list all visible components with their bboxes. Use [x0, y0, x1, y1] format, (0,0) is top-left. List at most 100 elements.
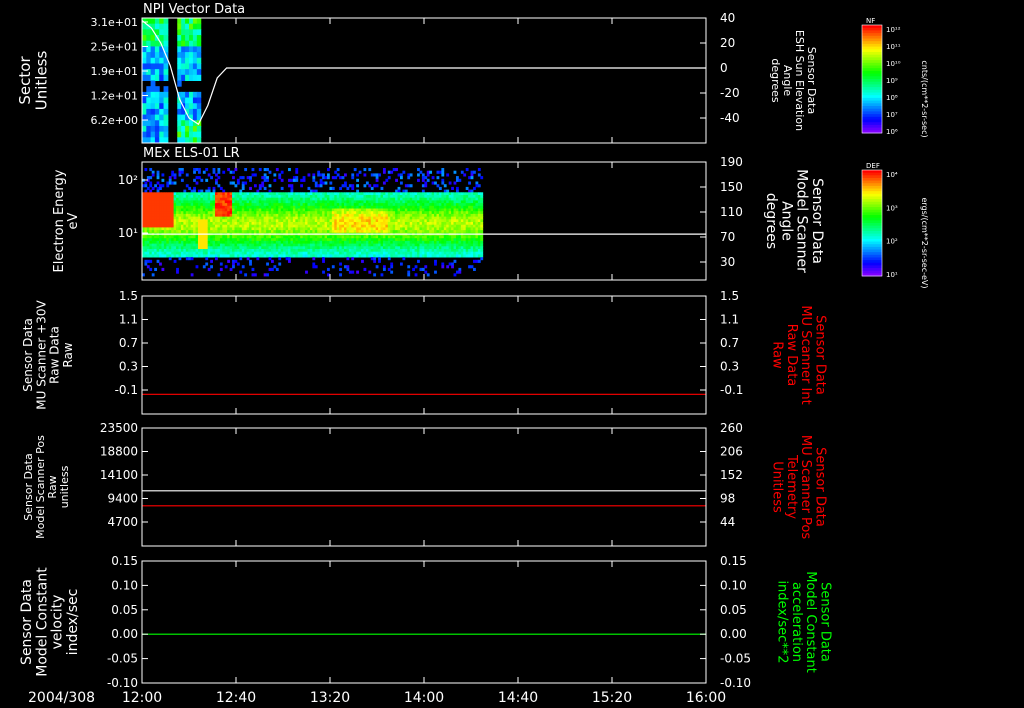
- heatmap-cell: [192, 29, 198, 36]
- heatmap-cell: [431, 216, 435, 220]
- heatmap-cell: [390, 216, 394, 220]
- heatmap-cell: [399, 235, 403, 239]
- heatmap-cell: [351, 257, 355, 261]
- heatmap-cell: [151, 227, 155, 231]
- heatmap-cell: [156, 227, 160, 231]
- heatmap-cell: [256, 203, 260, 207]
- heatmap-cell: [339, 208, 342, 212]
- heatmap-cell: [351, 230, 355, 234]
- heatmap-cell: [417, 211, 420, 215]
- heatmap-cell: [419, 267, 423, 271]
- heatmap-cell: [346, 186, 350, 190]
- heatmap-cell: [249, 176, 252, 180]
- heatmap-cell: [426, 211, 430, 215]
- heatmap-cell: [448, 200, 452, 204]
- heatmap-cell: [392, 208, 396, 212]
- heatmap-cell: [251, 230, 255, 234]
- heatmap-cell: [477, 254, 481, 258]
- heatmap-cell: [463, 230, 467, 234]
- heatmap-cell: [421, 208, 425, 212]
- heatmap-cell: [249, 251, 252, 255]
- heatmap-cell: [168, 213, 172, 217]
- heatmap-cell: [278, 246, 282, 250]
- heatmap-cell: [193, 178, 196, 182]
- right-tick-label: 0.05: [720, 603, 747, 617]
- heatmap-cell: [324, 192, 328, 196]
- heatmap-cell: [473, 216, 476, 220]
- heatmap-cell: [234, 230, 238, 234]
- heatmap-cell: [244, 205, 248, 209]
- heatmap-cell: [150, 63, 156, 70]
- heatmap-cell: [295, 200, 299, 204]
- heatmap-cell: [334, 203, 338, 207]
- heatmap-cell: [326, 208, 330, 212]
- heatmap-cell: [404, 222, 408, 226]
- heatmap-cell: [373, 257, 377, 261]
- heatmap-cell: [154, 213, 158, 217]
- heatmap-cell: [178, 227, 182, 231]
- heatmap-cell: [253, 243, 257, 247]
- heatmap-cell: [156, 170, 160, 174]
- heatmap-cell: [166, 238, 170, 242]
- heatmap-cell: [156, 197, 160, 201]
- heatmap-cell: [154, 52, 160, 59]
- heatmap-cell: [344, 243, 347, 247]
- heatmap-cell: [397, 200, 401, 204]
- heatmap-cell: [288, 222, 291, 226]
- heatmap-cell: [317, 243, 321, 247]
- heatmap-cell: [443, 211, 447, 215]
- heatmap-cell: [455, 186, 459, 190]
- heatmap-cell: [387, 254, 391, 258]
- heatmap-cell: [178, 203, 182, 207]
- heatmap-cell: [205, 262, 209, 266]
- heatmap-cell: [344, 251, 347, 255]
- heatmap-cell: [399, 219, 403, 223]
- heatmap-cell: [451, 203, 454, 207]
- heatmap-cell: [295, 251, 299, 255]
- heatmap-cell: [351, 240, 355, 244]
- heatmap-cell: [344, 254, 347, 258]
- heatmap-cell: [324, 205, 328, 209]
- heatmap-cell: [417, 197, 420, 201]
- heatmap-cell: [288, 216, 291, 220]
- heatmap-cell: [385, 200, 389, 204]
- heatmap-cell: [163, 235, 167, 239]
- heatmap-cell: [419, 219, 423, 223]
- heatmap-cell: [280, 192, 284, 196]
- heatmap-cell: [326, 219, 330, 223]
- heatmap-cell: [207, 224, 211, 228]
- heatmap-cell: [180, 211, 184, 215]
- heatmap-cell: [426, 238, 430, 242]
- heatmap-cell: [392, 230, 396, 234]
- heatmap-cell: [446, 197, 450, 201]
- heatmap-cell: [480, 219, 484, 223]
- heatmap-cell: [188, 246, 192, 250]
- heatmap-cell: [465, 235, 469, 239]
- heatmap-cell: [236, 195, 240, 199]
- heatmap-cell: [146, 18, 152, 25]
- heatmap-cell: [146, 108, 152, 116]
- heatmap-cell: [200, 197, 204, 201]
- heatmap-cell: [168, 230, 172, 234]
- heatmap-cell: [283, 211, 287, 215]
- heatmap-cell: [417, 246, 420, 250]
- heatmap-cell: [404, 249, 408, 253]
- heatmap-cell: [193, 213, 196, 217]
- heatmap-cell: [297, 240, 301, 244]
- heatmap-cell: [146, 176, 150, 180]
- heatmap-cell: [154, 240, 158, 244]
- heatmap-cell: [292, 230, 296, 234]
- heatmap-cell: [166, 211, 170, 215]
- heatmap-cell: [468, 235, 471, 239]
- heatmap-cell: [163, 205, 167, 209]
- heatmap-cell: [232, 254, 235, 258]
- heatmap-cell: [212, 249, 216, 253]
- heatmap-cell: [171, 192, 175, 196]
- heatmap-cell: [463, 208, 467, 212]
- heatmap-cell: [171, 170, 175, 174]
- heatmap-cell: [434, 208, 437, 212]
- heatmap-cell: [217, 235, 221, 239]
- heatmap-cell: [215, 178, 218, 182]
- heatmap-cell: [453, 246, 457, 250]
- heatmap-cell: [176, 195, 179, 199]
